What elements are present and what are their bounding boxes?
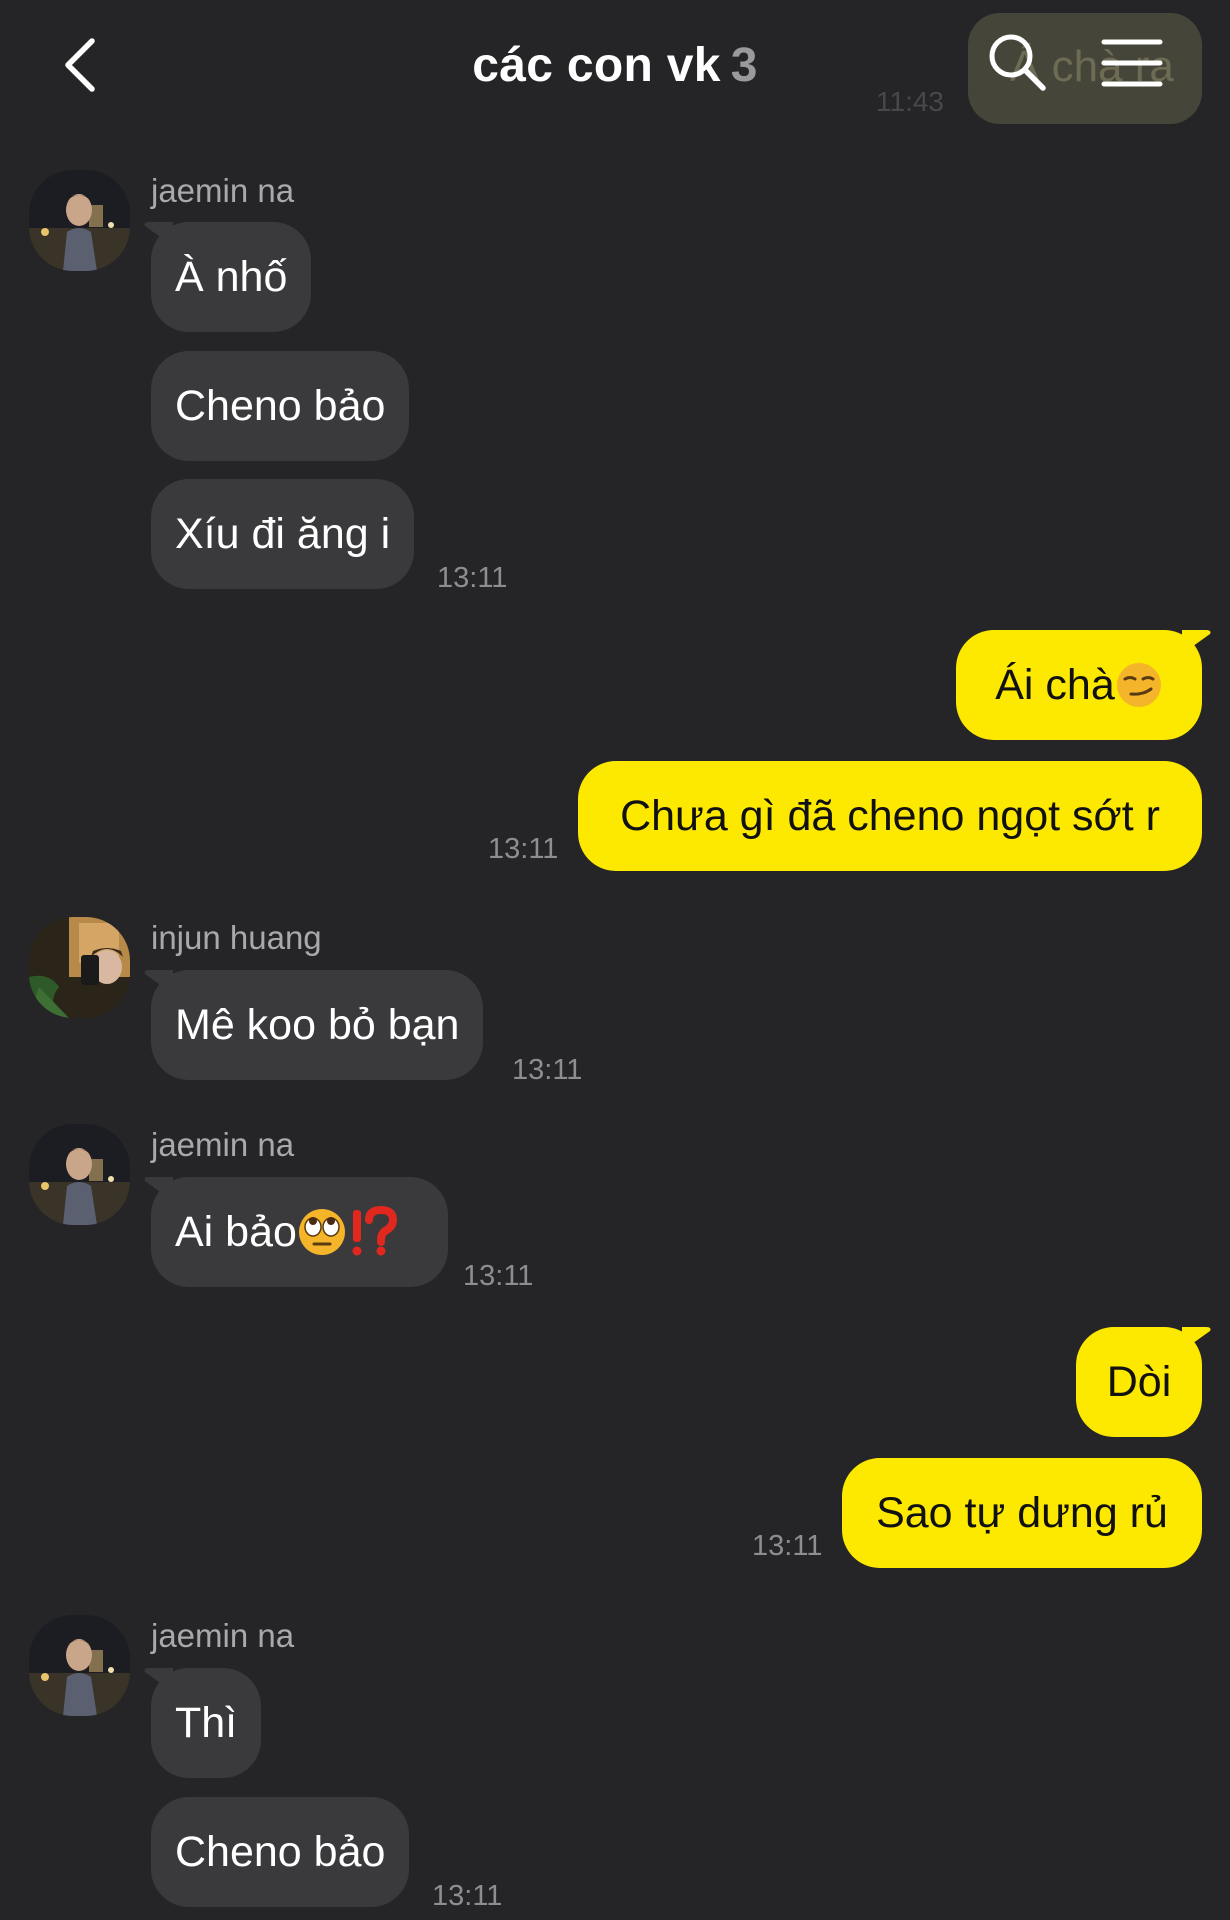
sender-name: jaemin na [151, 1126, 295, 1163]
smirk-emoji-icon [1116, 662, 1161, 707]
avatar-jaemin-na[interactable] [29, 1124, 130, 1225]
avatar-injun-huang[interactable] [29, 917, 130, 1018]
message-bubble-outgoing[interactable]: Dòi [1076, 1327, 1202, 1437]
avatar-jaemin-na[interactable] [29, 1615, 130, 1716]
message-bubble-outgoing[interactable]: Sao tự dưng rủ [842, 1458, 1202, 1568]
message-time: 13:11 [437, 562, 508, 594]
avatar-photo-icon [29, 1124, 130, 1225]
message-bubble[interactable]: Mê koo bỏ bạn [151, 970, 484, 1080]
message-time: 13:11 [752, 1530, 823, 1562]
message-time: 13:11 [512, 1054, 583, 1086]
message-bubble[interactable]: Xíu đi ăng i [151, 479, 415, 589]
message-time: 13:11 [432, 1880, 503, 1912]
avatar-photo-icon [29, 1615, 130, 1716]
sender-name: injun huang [151, 919, 322, 956]
chat-header: 11:43 Á chà ra các con vk 3 [0, 0, 1230, 135]
member-count: 3 [730, 39, 758, 92]
message-bubble[interactable]: Thì [151, 1668, 262, 1778]
message-bubble-outgoing[interactable]: Chưa gì đã cheno ngọt sớt r [578, 761, 1202, 871]
search-icon [989, 34, 1046, 91]
message-time: 13:11 [463, 1260, 534, 1292]
message-bubble[interactable]: Cheno bảo [151, 1797, 410, 1907]
sender-name: jaemin na [151, 172, 295, 209]
message-bubble-outgoing[interactable]: Ái chà [956, 630, 1202, 740]
search-button[interactable] [985, 30, 1049, 94]
message-bubble[interactable]: Ai bảo [151, 1177, 448, 1287]
chat-title-text: các con vk [472, 39, 721, 92]
message-text: Ai bảo [175, 1208, 297, 1256]
message-time: 13:11 [488, 833, 559, 865]
avatar-photo-icon [29, 170, 130, 271]
eye-roll-emoji-icon [298, 1208, 345, 1255]
chat-screen: 11:43 Á chà ra các con vk 3 jaemin na À … [0, 0, 1230, 1920]
hamburger-menu-icon [1101, 39, 1163, 87]
menu-button[interactable] [1100, 36, 1164, 90]
avatar-jaemin-na[interactable] [29, 170, 130, 271]
avatar-photo-icon [29, 917, 130, 1018]
message-text: Ái chà [995, 661, 1115, 709]
exclamation-question-mark-icon [352, 1205, 397, 1256]
message-bubble[interactable]: Cheno bảo [151, 351, 410, 461]
message-bubble[interactable]: À nhố [151, 222, 312, 332]
sender-name: jaemin na [151, 1617, 295, 1654]
